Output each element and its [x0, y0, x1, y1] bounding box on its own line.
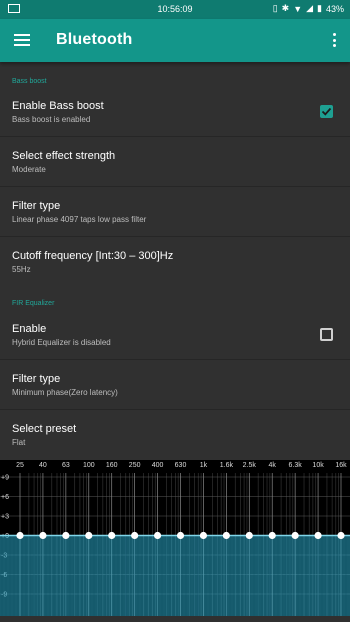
- bluetooth-icon: ✱: [281, 3, 290, 13]
- pref-summary: Linear phase 4097 taps low pass filter: [12, 215, 147, 224]
- vibrate-icon: ▯: [272, 3, 278, 13]
- bottom-strip: [0, 616, 350, 622]
- pref-summary: Minimum phase(Zero latency): [12, 388, 118, 397]
- band-frequency-label: 630: [175, 462, 187, 469]
- band-handle-160[interactable]: [108, 531, 116, 540]
- equalizer-graph[interactable]: +9+6+3+0-3-6-92540631001602504006301k1.6…: [0, 460, 350, 616]
- pref-title: Filter type: [12, 200, 61, 212]
- pref-effect-strength[interactable]: Select effect strength Moderate: [0, 137, 350, 186]
- pref-summary: Bass boost is enabled: [12, 115, 91, 124]
- battery-icon: ▮: [317, 3, 322, 13]
- band-frequency-label: 25: [16, 462, 24, 469]
- band-handle-6.3k[interactable]: [291, 531, 299, 540]
- status-icons: ▯ ✱ ▼ ◢ ▮ 43%: [273, 3, 344, 14]
- pref-title: Enable Bass boost: [12, 100, 104, 112]
- pref-cutoff-frequency[interactable]: Cutoff frequency [Int:30 – 300]Hz 55Hz: [0, 237, 350, 287]
- battery-percent: 43%: [325, 3, 344, 14]
- pref-title: Enable: [12, 323, 47, 335]
- band-frequency-label: 1.6k: [220, 462, 234, 469]
- band-handle-40[interactable]: [39, 531, 47, 540]
- pref-summary: Moderate: [12, 165, 46, 174]
- section-header-fir-equalizer: FIR Equalizer: [12, 300, 55, 307]
- pref-enable-bass-boost[interactable]: Enable Bass boost Bass boost is enabled: [0, 88, 350, 136]
- band-handle-2.5k[interactable]: [245, 531, 253, 540]
- band-frequency-label: 250: [129, 462, 141, 469]
- band-handle-10k[interactable]: [314, 531, 322, 540]
- pref-title: Filter type: [12, 373, 61, 385]
- band-handle-1.6k[interactable]: [222, 531, 230, 540]
- equalizer-checkbox[interactable]: [320, 328, 333, 341]
- hamburger-menu-icon[interactable]: [14, 34, 30, 46]
- pref-select-preset[interactable]: Select preset Flat: [0, 410, 350, 459]
- equalizer-svg[interactable]: +9+6+3+0-3-6-92540631001602504006301k1.6…: [0, 460, 350, 616]
- wifi-icon: ▼: [293, 3, 303, 14]
- db-label: +6: [1, 494, 9, 501]
- band-handle-25[interactable]: [16, 531, 24, 540]
- pref-filter-type-eq[interactable]: Filter type Minimum phase(Zero latency): [0, 360, 350, 409]
- pref-summary: Hybrid Equalizer is disabled: [12, 338, 111, 347]
- band-handle-250[interactable]: [131, 531, 139, 540]
- checkmark-icon: [321, 107, 332, 116]
- bass-boost-checkbox[interactable]: [320, 105, 333, 118]
- band-frequency-label: 1k: [200, 462, 208, 469]
- band-handle-1k[interactable]: [199, 531, 208, 540]
- pref-enable-equalizer[interactable]: Enable Hybrid Equalizer is disabled: [0, 311, 350, 359]
- band-handle-400[interactable]: [153, 531, 162, 540]
- signal-icon: ◢: [306, 3, 314, 13]
- band-handle-63[interactable]: [62, 531, 70, 540]
- pref-title: Select effect strength: [12, 150, 116, 162]
- band-frequency-label: 2.5k: [243, 462, 257, 469]
- band-frequency-label: 10k: [312, 462, 324, 469]
- band-frequency-label: 100: [83, 462, 95, 469]
- overflow-menu-icon[interactable]: [333, 33, 337, 49]
- pref-summary: Flat: [12, 438, 26, 447]
- db-label: +3: [1, 514, 9, 521]
- section-header-bass-boost: Bass boost: [12, 78, 47, 85]
- band-handle-100[interactable]: [85, 531, 93, 540]
- band-frequency-label: 400: [152, 462, 164, 469]
- db-label: +9: [1, 475, 9, 482]
- band-frequency-label: 6.3k: [289, 462, 303, 469]
- band-frequency-label: 4k: [269, 462, 277, 469]
- pref-title: Cutoff frequency [Int:30 – 300]Hz: [12, 250, 174, 262]
- band-handle-4k[interactable]: [268, 531, 276, 540]
- band-frequency-label: 16k: [335, 462, 347, 469]
- band-handle-630[interactable]: [176, 531, 185, 540]
- pref-filter-type-bass[interactable]: Filter type Linear phase 4097 taps low p…: [0, 187, 350, 236]
- pref-title: Select preset: [12, 423, 77, 435]
- pref-summary: 55Hz: [12, 265, 31, 274]
- page-title: Bluetooth: [56, 31, 133, 48]
- app-bar: Bluetooth: [0, 19, 350, 62]
- band-frequency-label: 40: [39, 462, 47, 469]
- band-frequency-label: 160: [106, 462, 118, 469]
- band-handle-16k[interactable]: [337, 531, 345, 540]
- status-bar: 10:56:09 ▯ ✱ ▼ ◢ ▮ 43%: [0, 0, 350, 19]
- band-frequency-label: 63: [62, 462, 70, 469]
